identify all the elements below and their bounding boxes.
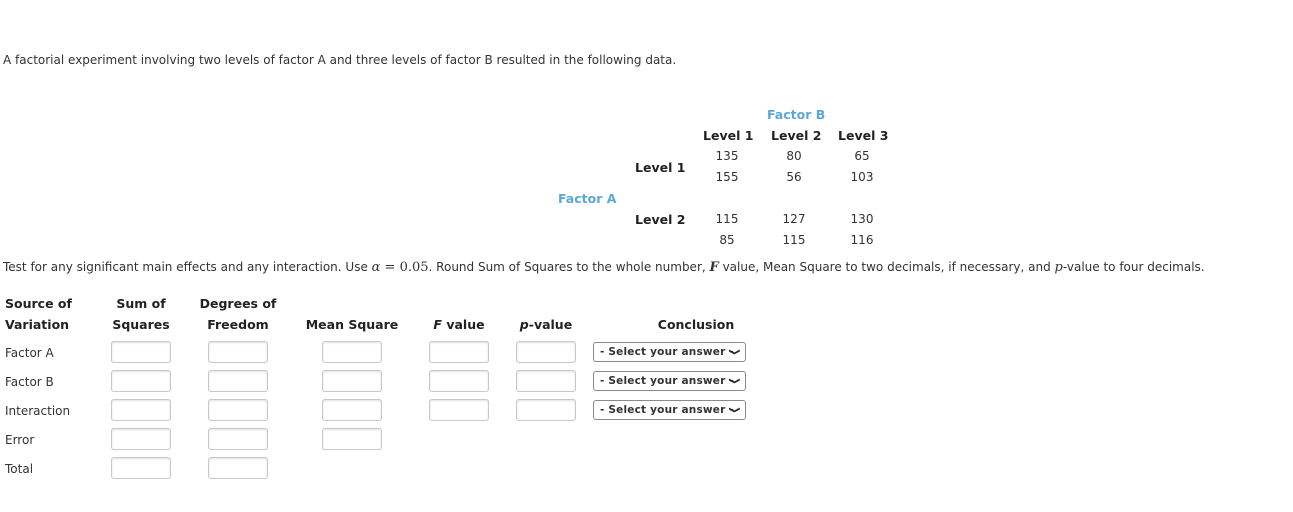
interaction-p-input[interactable] — [516, 399, 576, 421]
factor-a-ss-input[interactable] — [111, 341, 171, 363]
data-cell: 115 — [782, 233, 806, 247]
header-source-line1: Source of — [5, 296, 72, 311]
factor-b-label: Factor B — [767, 107, 826, 122]
factor-b-conclusion-select[interactable]: - Select your answer - ❯ — [593, 371, 746, 391]
row-label-error: Error — [5, 433, 35, 447]
header-conclusion: Conclusion — [657, 317, 735, 332]
header-ss-line1: Sum of — [116, 296, 166, 311]
header-f-value: F value — [425, 317, 493, 332]
row-label-factor-a: Factor A — [5, 346, 54, 360]
data-cell: 115 — [715, 212, 739, 226]
chevron-down-icon: ❯ — [728, 348, 741, 356]
chevron-down-icon: ❯ — [728, 406, 741, 414]
header-source-line2: Variation — [5, 317, 70, 332]
total-ss-input[interactable] — [111, 457, 171, 479]
row-label-interaction: Interaction — [5, 404, 71, 418]
instr-text: value, Mean Square to two decimals, if n… — [718, 260, 1055, 274]
p-italic: p — [519, 317, 529, 332]
problem-intro: A factorial experiment involving two lev… — [3, 53, 677, 67]
row-label-total: Total — [5, 462, 34, 476]
factor-b-ss-input[interactable] — [111, 370, 171, 392]
f-symbol: F — [709, 260, 719, 275]
f-rest: value — [441, 317, 485, 332]
header-ss-line2: Squares — [112, 317, 170, 332]
row-header-level-2: Level 2 — [635, 212, 686, 227]
select-text: - Select your answer - — [600, 375, 734, 387]
equals-sign: = — [380, 260, 400, 275]
select-text: - Select your answer - — [600, 404, 734, 416]
total-df-input[interactable] — [208, 457, 268, 479]
error-ss-input[interactable] — [111, 428, 171, 450]
interaction-ss-input[interactable] — [111, 399, 171, 421]
chevron-down-icon: ❯ — [728, 377, 741, 385]
header-df-line1: Degrees of — [199, 296, 277, 311]
interaction-conclusion-select[interactable]: - Select your answer - ❯ — [593, 400, 746, 420]
alpha-value: 0.05 — [399, 260, 429, 275]
data-cell: 135 — [715, 149, 739, 163]
factor-b-p-input[interactable] — [516, 370, 576, 392]
error-df-input[interactable] — [208, 428, 268, 450]
header-df-line2: Freedom — [207, 317, 269, 332]
interaction-f-input[interactable] — [429, 399, 489, 421]
instr-text: -value to four decimals. — [1062, 260, 1205, 274]
factor-a-df-input[interactable] — [208, 341, 268, 363]
instr-text: Test for any significant main effects an… — [3, 260, 372, 274]
col-header-level-2: Level 2 — [771, 128, 822, 143]
col-header-level-1: Level 1 — [703, 128, 754, 143]
data-cell: 130 — [850, 212, 874, 226]
factor-b-ms-input[interactable] — [322, 370, 382, 392]
col-header-level-3: Level 3 — [838, 128, 889, 143]
factor-a-ms-input[interactable] — [322, 341, 382, 363]
header-p-value: p-value — [510, 317, 582, 332]
instr-text: . Round Sum of Squares to the whole numb… — [428, 260, 710, 274]
row-header-level-1: Level 1 — [635, 160, 686, 175]
error-ms-input[interactable] — [322, 428, 382, 450]
data-cell: 155 — [715, 170, 739, 184]
factor-b-f-input[interactable] — [429, 370, 489, 392]
data-cell: 56 — [786, 170, 802, 184]
data-cell: 127 — [782, 212, 806, 226]
p-rest: -value — [528, 317, 573, 332]
interaction-ms-input[interactable] — [322, 399, 382, 421]
header-mean-square: Mean Square — [305, 317, 399, 332]
f-italic: F — [433, 317, 442, 332]
factor-a-conclusion-select[interactable]: - Select your answer - ❯ — [593, 342, 746, 362]
data-cell: 116 — [850, 233, 874, 247]
factor-a-p-input[interactable] — [516, 341, 576, 363]
instructions: Test for any significant main effects an… — [3, 260, 1205, 275]
data-cell: 80 — [786, 149, 802, 163]
factor-b-df-input[interactable] — [208, 370, 268, 392]
factor-a-f-input[interactable] — [429, 341, 489, 363]
data-cell: 103 — [850, 170, 874, 184]
data-cell: 65 — [854, 149, 870, 163]
factor-a-label: Factor A — [558, 191, 617, 206]
interaction-df-input[interactable] — [208, 399, 268, 421]
p-symbol: p — [1054, 260, 1063, 275]
select-text: - Select your answer - — [600, 346, 734, 358]
row-label-factor-b: Factor B — [5, 375, 54, 389]
data-cell: 85 — [719, 233, 735, 247]
